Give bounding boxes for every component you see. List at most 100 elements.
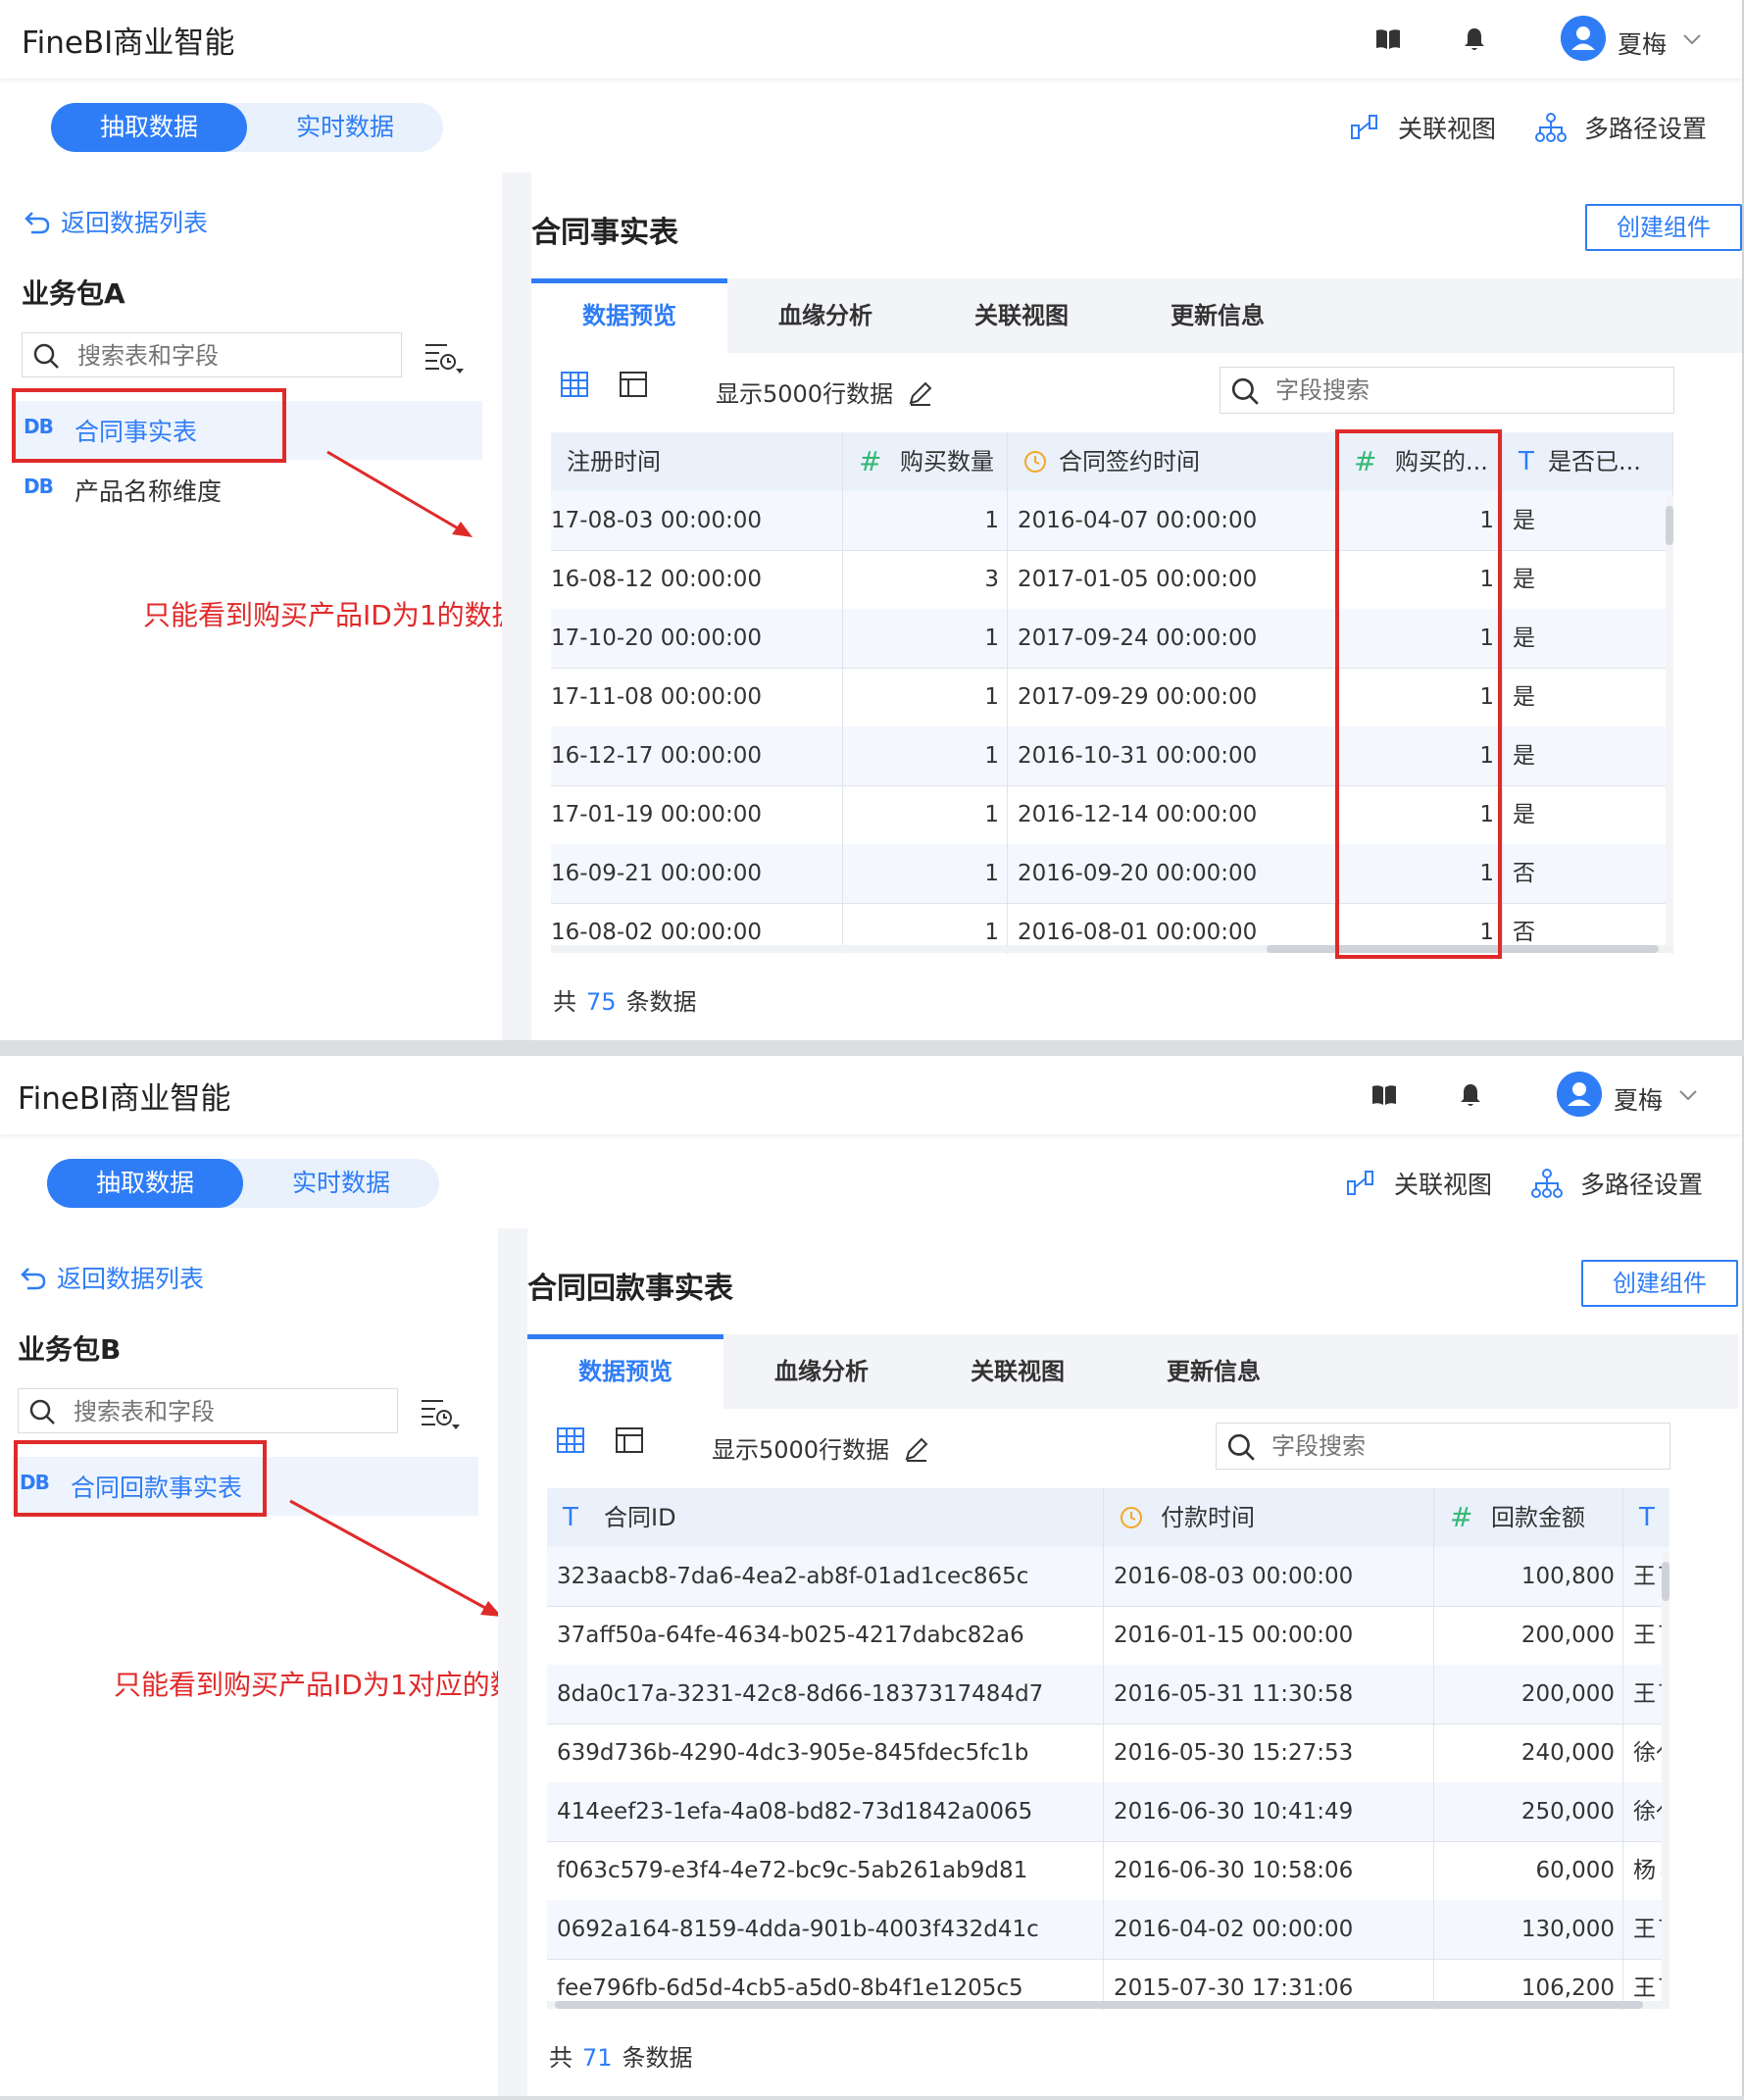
vertical-scrollbar[interactable]	[1666, 496, 1673, 947]
edit-icon[interactable]	[903, 1435, 930, 1463]
cell-register-time: 17-10-20 00:00:00	[551, 609, 843, 668]
bell-icon[interactable]	[1455, 1079, 1486, 1111]
app-title: FineBI商业智能	[18, 1081, 231, 1117]
cell-sign-time: 2016-09-20 00:00:00	[1008, 844, 1338, 903]
field-search[interactable]	[1216, 1423, 1670, 1470]
scroll-thumb[interactable]	[1666, 506, 1673, 545]
scroll-thumb[interactable]	[555, 2001, 1643, 2009]
tab-lineage[interactable]: 血缘分析	[727, 278, 923, 353]
multipath-settings-label: 多路径设置	[1580, 1171, 1704, 1199]
number-type-icon: #	[1450, 1501, 1473, 1533]
tab-relation-view[interactable]: 关联视图	[920, 1334, 1116, 1409]
cell-sign-time: 2016-12-14 00:00:00	[1008, 785, 1338, 844]
create-component-button[interactable]: 创建组件	[1581, 1260, 1738, 1307]
search-input[interactable]	[75, 335, 393, 376]
table-row[interactable]: 16-09-21 00:00:00 1 2016-09-20 00:00:00 …	[551, 844, 1673, 904]
column-header[interactable]: 注册时间	[551, 432, 843, 491]
count-suffix: 条数据	[622, 2044, 693, 2072]
horizontal-scrollbar[interactable]	[551, 945, 1673, 953]
create-component-button[interactable]: 创建组件	[1585, 204, 1742, 251]
table-row[interactable]: 639d736b-4290-4dc3-905e-845fdec5fc1b 201…	[547, 1724, 1669, 1783]
column-header[interactable]: T 是否已...	[1503, 432, 1673, 491]
search-input[interactable]	[72, 1391, 389, 1432]
multipath-settings-label: 多路径设置	[1584, 115, 1708, 143]
cell-sign-time: 2017-09-24 00:00:00	[1008, 609, 1338, 668]
annotation-text: 只能看到购买产品ID为1对应的数据	[114, 1669, 545, 1701]
table-row[interactable]: 414eef23-1efa-4a08-bd82-73d1842a0065 201…	[547, 1782, 1669, 1842]
tab-update-info[interactable]: 更新信息	[1120, 278, 1316, 353]
cell-sign-time: 2017-09-29 00:00:00	[1008, 668, 1338, 726]
row-limit-label[interactable]: 显示5000行数据	[712, 1430, 930, 1465]
layout-view-icon[interactable]	[614, 1425, 645, 1456]
column-header[interactable]: # 购买数量	[843, 432, 1008, 491]
column-name: 付款时间	[1161, 1504, 1255, 1531]
cell-contract-id: 414eef23-1efa-4a08-bd82-73d1842a0065	[547, 1782, 1104, 1841]
grid-view-icon[interactable]	[559, 369, 590, 400]
panel-package-a: FineBI商业智能 夏梅 抽取数据 实时数据 关联视图 多路径设置 返回数据列…	[0, 0, 1744, 1040]
count-prefix: 共	[549, 2044, 573, 2072]
cell-payment-time: 2016-08-03 00:00:00	[1104, 1547, 1434, 1606]
table-row[interactable]: 17-01-19 00:00:00 1 2016-12-14 00:00:00 …	[551, 785, 1673, 845]
search-icon	[33, 343, 59, 369]
book-icon[interactable]	[1372, 24, 1404, 55]
table-row[interactable]: 17-10-20 00:00:00 1 2017-09-24 00:00:00 …	[551, 609, 1673, 669]
hierarchy-icon	[1535, 113, 1567, 142]
cell-quantity: 1	[843, 726, 1008, 785]
number-type-icon: #	[859, 445, 882, 477]
chevron-down-icon	[1679, 1090, 1697, 1101]
vertical-scrollbar[interactable]	[1662, 1552, 1669, 2003]
table-row[interactable]: 37aff50a-64fe-4634-b025-4217dabc82a6 201…	[547, 1606, 1669, 1666]
cell-contract-id: 8da0c17a-3231-42c8-8d66-1837317484d7	[547, 1665, 1104, 1724]
cell-flag: 是	[1503, 785, 1673, 844]
edit-icon[interactable]	[907, 379, 934, 407]
filter-list-icon[interactable]	[420, 1397, 461, 1430]
column-header[interactable]: T 合同ID	[547, 1488, 1104, 1547]
tab-update-info[interactable]: 更新信息	[1116, 1334, 1312, 1409]
table-row[interactable]: 17-08-03 00:00:00 1 2016-04-07 00:00:00 …	[551, 491, 1673, 551]
scroll-thumb[interactable]	[1662, 1562, 1669, 1601]
table-row[interactable]: 16-08-12 00:00:00 3 2017-01-05 00:00:00 …	[551, 550, 1673, 610]
table-field-search[interactable]	[22, 332, 402, 377]
column-header[interactable]: # 回款金额	[1434, 1488, 1623, 1547]
column-header[interactable]: 合同签约时间	[1008, 432, 1338, 491]
column-header[interactable]: 付款时间	[1104, 1488, 1434, 1547]
table-row[interactable]: f063c579-e3f4-4e72-bc9c-5ab261ab9d81 201…	[547, 1841, 1669, 1901]
table-field-search[interactable]	[18, 1388, 398, 1433]
tab-extract-data[interactable]: 抽取数据	[51, 103, 247, 152]
book-icon[interactable]	[1369, 1079, 1400, 1111]
app-title: FineBI商业智能	[22, 25, 235, 61]
table-row[interactable]: 0692a164-8159-4dda-901b-4003f432d41c 201…	[547, 1900, 1669, 1960]
row-limit-label[interactable]: 显示5000行数据	[716, 375, 934, 409]
tab-data-preview[interactable]: 数据预览	[527, 1334, 723, 1409]
hierarchy-icon	[1531, 1169, 1563, 1198]
table-row[interactable]: 323aacb8-7da6-4ea2-ab8f-01ad1cec865c 201…	[547, 1547, 1669, 1607]
cell-register-time: 17-08-03 00:00:00	[551, 491, 843, 550]
bell-icon[interactable]	[1459, 24, 1490, 55]
column-header[interactable]: T	[1623, 1488, 1669, 1547]
annotation-box-sidebar	[14, 1440, 267, 1517]
relation-view-label: 关联视图	[1398, 115, 1497, 143]
cell-amount: 200,000	[1434, 1665, 1623, 1724]
tab-extract-data[interactable]: 抽取数据	[47, 1159, 243, 1208]
grid-view-icon[interactable]	[555, 1425, 586, 1456]
horizontal-scrollbar[interactable]	[547, 2001, 1669, 2009]
table-row[interactable]: 17-11-08 00:00:00 1 2017-09-29 00:00:00 …	[551, 668, 1673, 727]
tab-data-preview[interactable]: 数据预览	[531, 278, 727, 353]
tab-relation-view[interactable]: 关联视图	[923, 278, 1120, 353]
row-count: 共 75 条数据	[553, 982, 697, 1017]
tab-realtime-data[interactable]: 实时数据	[247, 103, 443, 152]
field-search-input[interactable]	[1270, 1425, 1587, 1467]
field-search[interactable]	[1220, 367, 1674, 414]
cell-amount: 200,000	[1434, 1606, 1623, 1665]
field-search-input[interactable]	[1273, 370, 1591, 411]
tab-realtime-data[interactable]: 实时数据	[243, 1159, 439, 1208]
layout-view-icon[interactable]	[618, 369, 649, 400]
table-row[interactable]: 8da0c17a-3231-42c8-8d66-1837317484d7 201…	[547, 1665, 1669, 1725]
table-row[interactable]: 16-12-17 00:00:00 1 2016-10-31 00:00:00 …	[551, 726, 1673, 786]
table-card: 合同事实表 创建组件 数据预览 血缘分析 关联视图 更新信息 显示5000行数据…	[531, 173, 1742, 1040]
tab-lineage[interactable]: 血缘分析	[723, 1334, 920, 1409]
cell-quantity: 1	[843, 785, 1008, 844]
package-name: 业务包A	[22, 277, 125, 310]
column-name: 合同ID	[604, 1504, 676, 1531]
filter-list-icon[interactable]	[424, 341, 465, 375]
